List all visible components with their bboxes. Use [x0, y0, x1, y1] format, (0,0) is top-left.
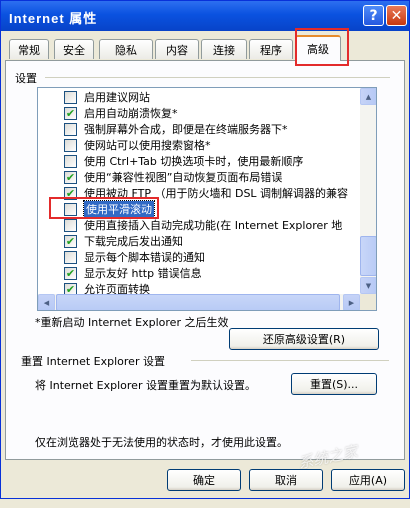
checkbox[interactable] [64, 138, 77, 152]
list-item-label: 下载完成后发出通知 [84, 235, 183, 248]
reset-section-divider [191, 360, 389, 361]
help-button[interactable]: ? [363, 5, 384, 26]
title-bar: Internet 属性 ? ✕ [1, 1, 409, 31]
scroll-right-button[interactable]: ▶ [343, 294, 360, 310]
checkbox[interactable] [64, 90, 77, 104]
list-item-label: 使用 Ctrl+Tab 切换选项卡时，使用最新顺序 [84, 155, 304, 168]
list-item-label: 使用平滑滚动 [83, 200, 155, 218]
tab-content[interactable]: 内容 [155, 39, 199, 59]
cancel-button[interactable]: 取消 [249, 469, 323, 491]
restore-advanced-button[interactable]: 还原高级设置(R) [229, 328, 379, 350]
checkbox[interactable] [64, 154, 77, 168]
check-icon: ✔ [65, 186, 76, 200]
reset-description: 将 Internet Explorer 设置重置为默认设置。 [35, 379, 256, 392]
vertical-scroll-thumb[interactable] [360, 236, 376, 276]
checkbox[interactable]: ✔ [64, 106, 77, 120]
list-item[interactable]: 使用直接插入自动完成功能(在 Internet Explorer 地 [38, 217, 360, 233]
close-icon: ✕ [390, 7, 403, 24]
help-icon: ? [369, 7, 378, 24]
list-item[interactable]: 强制屏幕外合成，即便是在终端服务器下* [38, 121, 360, 137]
list-item-smooth-scrolling[interactable]: 使用平滑滚动 [38, 200, 360, 218]
settings-group-divider [45, 77, 390, 78]
checkbox[interactable]: ✔ [64, 234, 77, 248]
check-icon: ✔ [65, 282, 76, 295]
reset-note: 仅在浏览器处于无法使用的状态时，才使用此设置。 [35, 436, 288, 449]
settings-group-label: 设置 [15, 72, 37, 85]
list-item[interactable]: 启用建议网站 [38, 89, 360, 105]
tab-connections[interactable]: 连接 [201, 39, 247, 59]
list-item-label: 强制屏幕外合成，即便是在终端服务器下* [84, 123, 288, 136]
checkbox[interactable]: ✔ [64, 266, 77, 280]
reset-button[interactable]: 重置(S)... [291, 373, 377, 395]
scrollbar-corner [360, 294, 376, 310]
list-item-label: 启用建议网站 [84, 91, 150, 104]
internet-options-window: Internet 属性 ? ✕ 常规 安全 隐私 内容 连接 程序 高级 设置 … [0, 0, 410, 499]
tab-programs[interactable]: 程序 [249, 39, 293, 59]
checkbox[interactable] [64, 122, 77, 136]
tab-advanced[interactable]: 高级 [295, 35, 341, 61]
checkbox[interactable] [64, 250, 77, 264]
tab-general[interactable]: 常规 [9, 39, 49, 59]
list-item-label: 启用自动崩溃恢复* [84, 107, 178, 120]
list-item[interactable]: ✔ 允许页面转换 [38, 281, 360, 294]
ok-button[interactable]: 确定 [167, 469, 241, 491]
checkbox[interactable]: ✔ [64, 170, 77, 184]
list-item-label: 显示友好 http 错误信息 [84, 267, 202, 280]
arrow-left-icon: ◀ [43, 298, 50, 307]
list-item[interactable]: ✔ 下载完成后发出通知 [38, 233, 360, 249]
list-item[interactable]: 显示每个脚本错误的通知 [38, 249, 360, 265]
scroll-left-button[interactable]: ◀ [38, 294, 55, 310]
scroll-up-button[interactable]: ▲ [360, 88, 376, 105]
list-item[interactable]: ✔ 显示友好 http 错误信息 [38, 265, 360, 281]
check-icon: ✔ [65, 234, 76, 248]
reset-section-title: 重置 Internet Explorer 设置 [21, 355, 165, 368]
list-item[interactable]: 使网站可以使用搜索窗格* [38, 137, 360, 153]
check-icon: ✔ [65, 266, 76, 280]
tab-security[interactable]: 安全 [54, 39, 94, 59]
settings-listbox[interactable]: 启用建议网站 ✔ 启用自动崩溃恢复* 强制屏幕外合成，即便是在终端服务器下* 使… [37, 87, 377, 311]
horizontal-scrollbar[interactable]: ◀ ▶ [38, 294, 360, 310]
list-item-label: 允许页面转换 [84, 283, 150, 294]
restart-note: *重新启动 Internet Explorer 之后生效 [35, 316, 229, 329]
list-item[interactable]: ✔ 使用被动 FTP （用于防火墙和 DSL 调制解调器的兼容 [38, 185, 360, 201]
list-item[interactable]: ✔ 使用“兼容性视图”自动恢复页面布局错误 [38, 169, 360, 185]
check-icon: ✔ [65, 106, 76, 120]
list-item-label: 使用被动 FTP （用于防火墙和 DSL 调制解调器的兼容 [84, 187, 349, 200]
list-item-label: 使网站可以使用搜索窗格* [84, 139, 211, 152]
check-icon: ✔ [65, 170, 76, 184]
list-item-label: 显示每个脚本错误的通知 [84, 251, 205, 264]
tab-privacy[interactable]: 隐私 [99, 39, 153, 59]
arrow-right-icon: ▶ [348, 298, 355, 307]
arrow-down-icon: ▼ [365, 281, 372, 290]
horizontal-scroll-thumb[interactable] [56, 294, 340, 310]
checkbox[interactable]: ✔ [64, 186, 77, 200]
close-button[interactable]: ✕ [386, 5, 407, 26]
scroll-down-button[interactable]: ▼ [360, 277, 376, 294]
list-item-label: 使用直接插入自动完成功能(在 Internet Explorer 地 [84, 219, 343, 232]
window-title: Internet 属性 [9, 11, 98, 26]
list-item-label: 使用“兼容性视图”自动恢复页面布局错误 [84, 171, 283, 184]
arrow-up-icon: ▲ [365, 92, 372, 101]
vertical-scrollbar[interactable]: ▲ ▼ [360, 88, 376, 294]
settings-list: 启用建议网站 ✔ 启用自动崩溃恢复* 强制屏幕外合成，即便是在终端服务器下* 使… [38, 88, 360, 294]
apply-button[interactable]: 应用(A) [331, 469, 405, 491]
tab-strip: 常规 安全 隐私 内容 连接 程序 高级 [1, 31, 409, 61]
checkbox[interactable] [64, 202, 77, 216]
checkbox[interactable]: ✔ [64, 282, 77, 295]
list-item[interactable]: 使用 Ctrl+Tab 切换选项卡时，使用最新顺序 [38, 153, 360, 169]
list-item[interactable]: ✔ 启用自动崩溃恢复* [38, 105, 360, 121]
checkbox[interactable] [64, 218, 77, 232]
